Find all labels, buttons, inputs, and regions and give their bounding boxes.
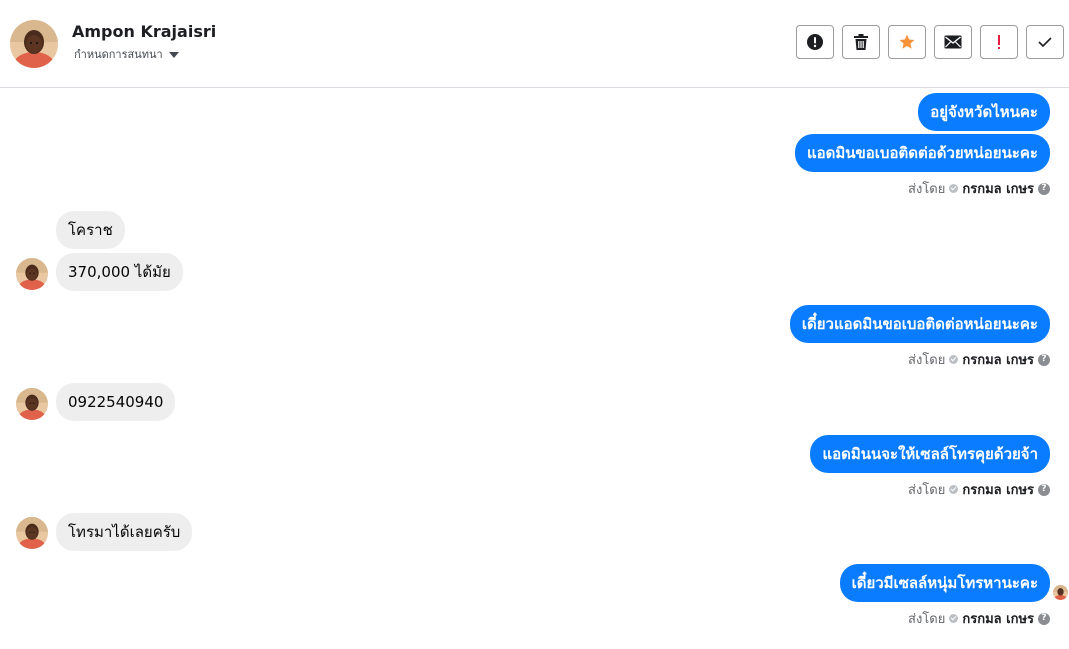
sent-by-label: ส่งโดย — [908, 612, 946, 627]
contact-avatar-small[interactable] — [16, 517, 48, 549]
outgoing-message[interactable]: แอดมินขอเบอติดต่อด้วยหน่อยนะคะ — [794, 134, 1050, 172]
contact-name[interactable]: Ampon Krajaisri — [72, 22, 216, 41]
star-icon — [899, 34, 915, 49]
envelope-icon — [944, 35, 962, 49]
sender-name[interactable]: กรกมล เกษร — [962, 479, 1034, 500]
sent-by-label: ส่งโดย — [908, 353, 946, 368]
outgoing-message[interactable]: เดี๋ยวมีเซลล์หนุ่มโทรหานะคะ — [839, 564, 1050, 602]
spam-button[interactable] — [796, 25, 834, 59]
outgoing-message[interactable]: อยู่จังหวัดไหนคะ — [918, 93, 1050, 131]
sent-by-label: ส่งโดย — [908, 182, 946, 197]
sent-by-line: ส่งโดย กรกมล เกษร ? — [908, 178, 1050, 199]
sender-name[interactable]: กรกมล เกษร — [962, 349, 1034, 370]
incoming-message[interactable]: 0922540940 — [56, 383, 176, 421]
outgoing-message[interactable]: เดี๋ยวแอดมินขอเบอติดต่อหน่อยนะคะ — [789, 305, 1050, 343]
verified-icon — [949, 355, 959, 364]
sent-by-label: ส่งโดย — [908, 483, 946, 498]
delete-button[interactable] — [842, 25, 880, 59]
exclamation-icon — [998, 35, 1000, 49]
outgoing-message[interactable]: แอดมินนจะให้เซลล์โทรคุยด้วยจ้า — [810, 435, 1050, 473]
verified-icon — [949, 184, 959, 193]
assign-label: กำหนดการสนทนา — [74, 48, 163, 61]
caret-down-icon — [168, 51, 179, 58]
mark-done-button[interactable] — [1026, 25, 1064, 59]
seen-indicator-avatar — [1053, 585, 1068, 600]
star-button[interactable] — [888, 25, 926, 59]
help-icon[interactable]: ? — [1038, 182, 1050, 195]
mark-unread-button[interactable] — [934, 25, 972, 59]
incoming-message[interactable]: 370,000 ได้มัย — [56, 253, 183, 291]
contact-avatar-small[interactable] — [16, 388, 48, 420]
help-icon[interactable]: ? — [1038, 353, 1050, 366]
alert-circle-icon — [807, 34, 823, 50]
assign-conversation-dropdown[interactable]: กำหนดการสนทนา — [74, 45, 179, 63]
help-icon[interactable]: ? — [1038, 483, 1050, 496]
sent-by-line: ส่งโดย กรกมล เกษร ? — [908, 479, 1050, 500]
help-icon[interactable]: ? — [1038, 612, 1050, 625]
incoming-message[interactable]: โคราช — [56, 211, 125, 249]
contact-avatar-small[interactable] — [16, 258, 48, 290]
verified-icon — [949, 485, 959, 494]
sent-by-line: ส่งโดย กรกมล เกษร ? — [908, 349, 1050, 370]
conversation-toolbar — [796, 25, 1064, 59]
verified-icon — [949, 614, 959, 623]
follow-up-button[interactable] — [980, 25, 1018, 59]
conversation-header: Ampon Krajaisri กำหนดการสนทนา — [0, 0, 1069, 88]
sender-name[interactable]: กรกมล เกษร — [962, 178, 1034, 199]
incoming-message[interactable]: โทรมาได้เลยครับ — [56, 513, 193, 551]
sent-by-line: ส่งโดย กรกมล เกษร ? — [908, 608, 1050, 629]
check-icon — [1038, 37, 1052, 48]
trash-icon — [854, 34, 868, 50]
sender-name[interactable]: กรกมล เกษร — [962, 608, 1034, 629]
contact-avatar[interactable] — [10, 20, 58, 68]
